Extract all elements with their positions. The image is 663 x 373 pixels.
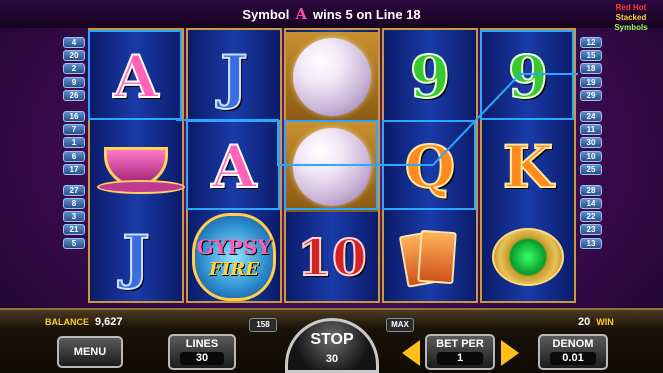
payline-button[interactable]: 16	[63, 110, 85, 122]
logo-line-3: Symbols	[614, 23, 648, 32]
win-label: WIN	[596, 317, 614, 327]
bet-chip-indicator: 158	[249, 318, 277, 332]
stop-bet-value: 30	[325, 353, 339, 365]
payline-button[interactable]: 1	[63, 137, 85, 149]
win-message-bar: Symbol A wins 5 on Line 18	[0, 0, 663, 28]
payline-button[interactable]: 2	[63, 63, 85, 75]
payline-button[interactable]: 26	[63, 89, 85, 101]
payline-button[interactable]: 9	[63, 76, 85, 88]
payline-button[interactable]: 29	[580, 89, 602, 101]
bet-increase-arrow-icon[interactable]	[501, 340, 519, 366]
payline-button[interactable]: 22	[580, 211, 602, 223]
win-message-prefix: Symbol	[242, 6, 290, 22]
payline-button[interactable]: 15	[580, 50, 602, 62]
payline-button[interactable]: 14	[580, 198, 602, 210]
logo-line-1: Red Hot	[615, 3, 647, 12]
balance-display: BALANCE 9,627	[45, 316, 123, 328]
payline-button[interactable]: 7	[63, 124, 85, 136]
denom-label: DENOM	[552, 338, 594, 350]
payline-button[interactable]: 12	[580, 37, 602, 48]
payline-button[interactable]: 30	[580, 137, 602, 149]
payline-button[interactable]: 20	[63, 50, 85, 62]
balance-label: BALANCE	[45, 317, 89, 327]
payline-button[interactable]: 10	[580, 150, 602, 162]
payline-button[interactable]: 13	[580, 237, 602, 249]
denom-value: 0.01	[549, 352, 597, 365]
logo-line-2: Stacked	[615, 13, 647, 22]
payline-button[interactable]: 11	[580, 124, 602, 136]
payline-button[interactable]: 3	[63, 211, 85, 223]
max-bet-button[interactable]: MAX	[386, 318, 414, 332]
payline-button[interactable]: 6	[63, 150, 85, 162]
stop-label: STOP	[310, 331, 354, 348]
win-symbol-icon: A	[295, 5, 307, 23]
win-value: 20	[578, 316, 591, 328]
payline-button[interactable]: 17	[63, 163, 85, 175]
menu-button[interactable]: MENU	[57, 336, 123, 368]
payline-button[interactable]: 19	[580, 76, 602, 88]
winning-payline	[176, 73, 578, 166]
payline-column-right: 12 15 18 19 29 24 11 30 10 25 28 14 22 2…	[580, 37, 602, 251]
game-logo: Red Hot Stacked Symbols	[605, 3, 657, 35]
payline-button[interactable]: 24	[580, 110, 602, 122]
payline-button[interactable]: 28	[580, 184, 602, 196]
denom-button[interactable]: DENOM 0.01	[538, 334, 608, 370]
bet-per-button[interactable]: BET PER 1	[425, 334, 495, 370]
bet-per-value: 1	[436, 352, 484, 365]
win-display: 20 WIN	[578, 316, 614, 328]
payline-button[interactable]: 8	[63, 198, 85, 210]
balance-value: 9,627	[95, 316, 123, 328]
lines-value: 30	[179, 352, 225, 365]
payline-button[interactable]: 5	[63, 237, 85, 249]
win-message-suffix: wins 5 on Line 18	[312, 6, 421, 22]
lines-label: LINES	[185, 338, 219, 350]
reel-area: A J J A GYPSY FIRE 10 9 Q 9 K	[88, 28, 578, 303]
menu-label: MENU	[73, 346, 107, 358]
payline-column-left: 4 20 2 9 26 16 7 1 6 17 27 8 3 21 5	[63, 37, 85, 251]
payline-button[interactable]: 18	[580, 63, 602, 75]
bet-decrease-arrow-icon[interactable]	[402, 340, 420, 366]
payline-button[interactable]: 27	[63, 184, 85, 196]
payline-button[interactable]: 23	[580, 224, 602, 236]
payline-button[interactable]: 25	[580, 163, 602, 175]
lines-button[interactable]: LINES 30	[168, 334, 236, 370]
payline-button[interactable]: 4	[63, 37, 85, 48]
payline-button[interactable]: 21	[63, 224, 85, 236]
bet-per-label: BET PER	[436, 338, 484, 350]
